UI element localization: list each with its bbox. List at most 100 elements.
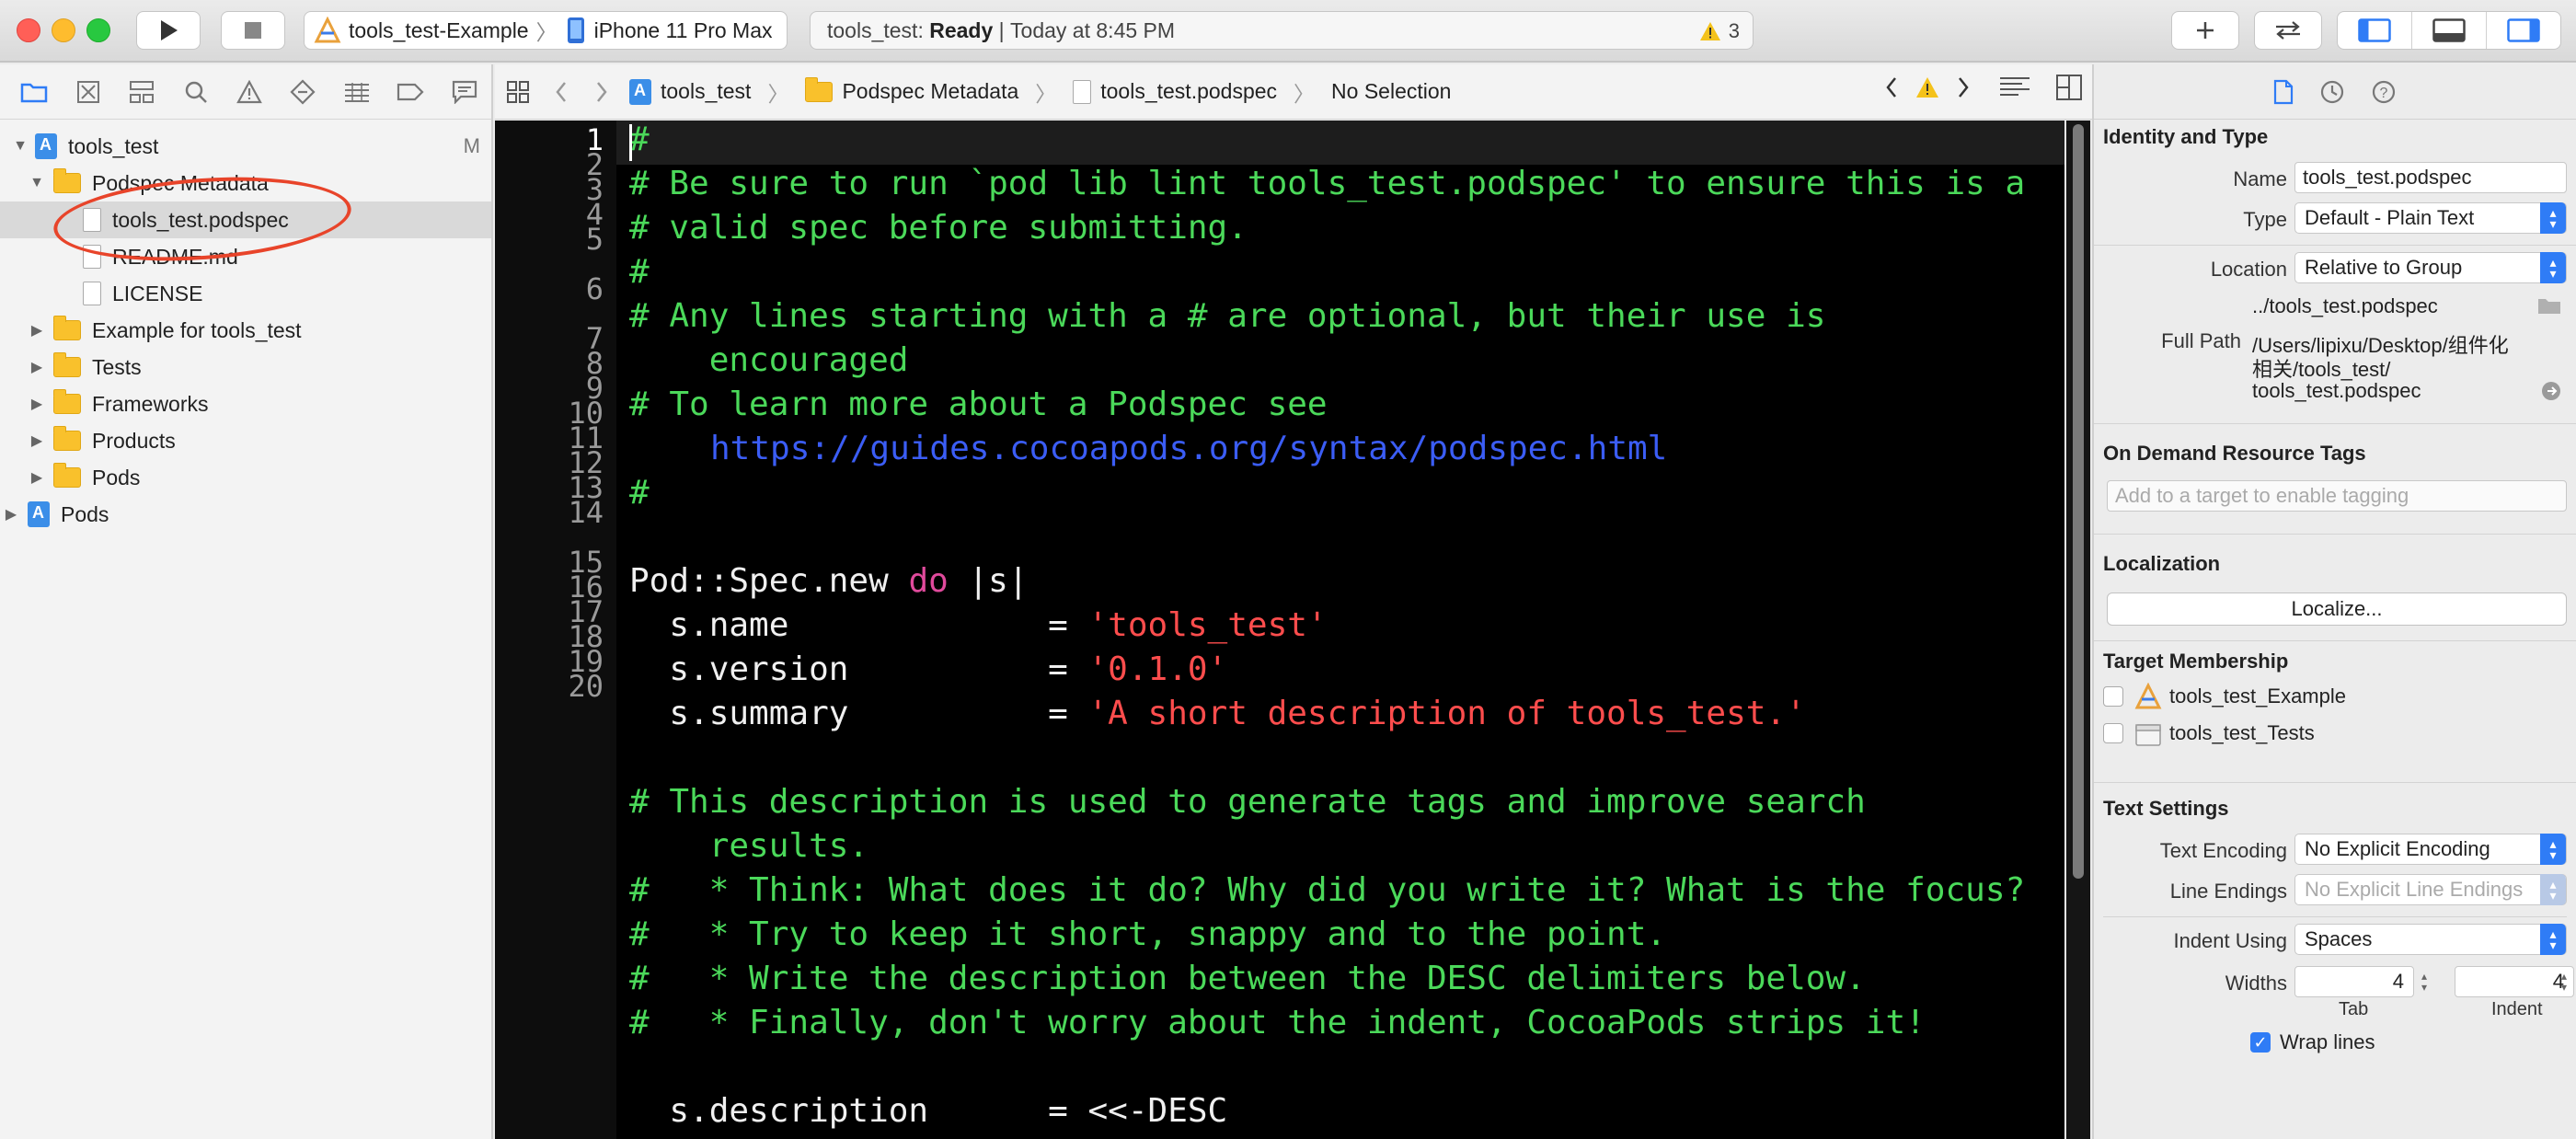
disclosure-closed-icon[interactable]: ▶ (28, 395, 46, 413)
toggle-navigator-button[interactable] (2338, 12, 2412, 49)
breadcrumb-selection[interactable]: No Selection (1331, 79, 1451, 104)
disclosure-closed-icon[interactable]: ▶ (28, 468, 46, 487)
minimize-window-button[interactable] (52, 18, 75, 42)
tree-item-license[interactable]: LICENSE (0, 275, 491, 312)
section-target-membership-title: Target Membership (2103, 650, 2289, 673)
breadcrumb-file[interactable]: tools_test.podspec (1100, 79, 1277, 104)
toggle-inspector-button[interactable] (2487, 12, 2560, 49)
zoom-window-button[interactable] (86, 18, 110, 42)
tree-item-products-group[interactable]: ▶ Products (0, 422, 491, 459)
breadcrumb-group[interactable]: Podspec Metadata (842, 79, 1018, 104)
back-button[interactable] (541, 80, 581, 104)
tree-item-tools-test-project[interactable]: ▼ tools_test M (0, 128, 491, 165)
warning-icon[interactable] (1915, 76, 1939, 98)
chevron-left-icon[interactable] (1884, 75, 1899, 100)
tab-find-navigator[interactable] (168, 66, 222, 118)
divider (2094, 782, 2576, 783)
reveal-in-finder-icon[interactable] (2541, 381, 2561, 401)
tree-item-example-group[interactable]: ▶ Example for tools_test (0, 312, 491, 349)
disclosure-open-icon[interactable]: ▼ (28, 175, 46, 191)
status-time: Today at 8:45 PM (1010, 17, 1176, 42)
tab-test-navigator[interactable] (276, 66, 329, 118)
editor-scrollbar[interactable] (2066, 121, 2090, 1139)
related-items-button[interactable] (495, 80, 541, 104)
line-endings-popup[interactable]: No Explicit Line Endings ▴ ▾ (2294, 874, 2567, 905)
tree-item-label: Tests (92, 354, 142, 379)
scheme-name[interactable]: tools_test-Example (349, 18, 529, 43)
tree-item-frameworks-group[interactable]: ▶ Frameworks (0, 385, 491, 422)
library-button[interactable] (2171, 11, 2239, 50)
folder-icon[interactable] (2537, 296, 2561, 315)
disclosure-closed-icon[interactable]: ▶ (28, 321, 46, 339)
xcode-project-icon (35, 133, 57, 159)
history-clock-icon[interactable] (2319, 79, 2345, 105)
code-line: s.version = '0.1.0' (629, 650, 1227, 688)
disclosure-open-icon[interactable]: ▼ (11, 138, 29, 155)
tab-symbol-navigator[interactable] (115, 66, 168, 118)
localize-button[interactable]: Localize... (2107, 593, 2567, 626)
chevron-right-icon: 〉 (1294, 81, 1316, 106)
tab-breakpoint-navigator[interactable] (384, 66, 437, 118)
target-name-example: tools_test_Example (2169, 685, 2346, 708)
code-review-button[interactable] (2254, 11, 2322, 50)
code-link[interactable]: https://guides.cocoapods.org/syntax/pods… (710, 430, 1667, 467)
target-checkbox-example[interactable] (2103, 686, 2123, 707)
disclosure-closed-icon[interactable]: ▶ (2, 505, 20, 523)
editor-options-icon[interactable] (1998, 75, 2031, 99)
indent-using-popup[interactable]: Spaces ▴ ▾ (2294, 924, 2567, 955)
breadcrumb-project[interactable]: tools_test (661, 79, 751, 104)
location-popup[interactable]: Relative to Group ▴ ▾ (2294, 252, 2567, 283)
tree-item-podspec-metadata[interactable]: ▼ Podspec Metadata (0, 165, 491, 201)
line-number-gutter: 1 2 3 4 5 6 7 8 9 10 11 12 13 14 15 16 1… (495, 121, 616, 1139)
scheme-selector[interactable]: tools_test-Example 〉 iPhone 11 Pro Max (304, 11, 788, 50)
tree-item-pods-group[interactable]: ▶ Pods (0, 459, 491, 496)
tab-source-control[interactable] (61, 66, 114, 118)
tab-width-field[interactable]: 4 (2294, 966, 2414, 997)
type-popup[interactable]: Default - Plain Text ▴ ▾ (2294, 202, 2567, 234)
tree-item-label: Podspec Metadata (92, 170, 269, 195)
run-button[interactable] (136, 11, 201, 50)
wrap-lines-checkbox[interactable]: ✓ (2250, 1032, 2271, 1053)
tab-issue-navigator[interactable] (223, 66, 276, 118)
code-line: # (629, 474, 650, 512)
target-checkbox-tests[interactable] (2103, 723, 2123, 743)
odr-tags-field[interactable]: Add to a target to enable tagging (2107, 480, 2567, 512)
device-name[interactable]: iPhone 11 Pro Max (594, 18, 773, 43)
divider (2094, 423, 2576, 424)
speech-bubble-icon (452, 80, 477, 104)
status-state: Ready (929, 17, 994, 42)
updown-arrows-icon: ▴ ▾ (2540, 874, 2566, 905)
tree-item-pods-project[interactable]: ▶ Pods (0, 496, 491, 533)
stop-button[interactable] (221, 11, 285, 50)
tab-project-navigator[interactable] (7, 66, 61, 118)
iphone-icon (567, 17, 584, 43)
tree-item-podspec-file[interactable]: tools_test.podspec (0, 201, 491, 238)
forward-button[interactable] (581, 80, 622, 104)
code-token: s.version = (629, 650, 1088, 688)
modified-badge: M (463, 134, 480, 157)
folder-icon (53, 352, 81, 377)
tree-item-tests-group[interactable]: ▶ Tests (0, 349, 491, 385)
name-label: Name (2233, 167, 2287, 190)
toggle-debug-area-button[interactable] (2412, 12, 2487, 49)
file-inspector-icon[interactable] (2273, 79, 2294, 105)
scrollbar-thumb[interactable] (2073, 124, 2084, 879)
chevron-right-icon: 〉 (767, 81, 789, 106)
disclosure-closed-icon[interactable]: ▶ (28, 431, 46, 450)
code-line: # * Write the description between the DE… (629, 960, 1866, 997)
tab-report-navigator[interactable] (438, 66, 491, 118)
warnings-indicator[interactable]: 3 (1699, 19, 1740, 43)
close-window-button[interactable] (17, 18, 40, 42)
indent-width-stepper[interactable]: ▴ ▾ (2556, 966, 2572, 997)
split-editor-icon[interactable] (2055, 74, 2083, 101)
disclosure-closed-icon[interactable]: ▶ (28, 358, 46, 376)
help-icon[interactable]: ? (2371, 79, 2397, 105)
tab-width-stepper[interactable]: ▴ ▾ (2416, 966, 2432, 997)
encoding-popup[interactable]: No Explicit Encoding ▴ ▾ (2294, 834, 2567, 865)
chevron-right-icon[interactable] (1956, 75, 1971, 100)
name-field[interactable]: tools_test.podspec (2294, 162, 2567, 193)
tree-item-readme[interactable]: README.md (0, 238, 491, 275)
code-line: # valid spec before submitting. (629, 209, 1248, 247)
source-editor[interactable]: 1 2 3 4 5 6 7 8 9 10 11 12 13 14 15 16 1… (495, 121, 2064, 1139)
tab-debug-navigator[interactable] (330, 66, 384, 118)
